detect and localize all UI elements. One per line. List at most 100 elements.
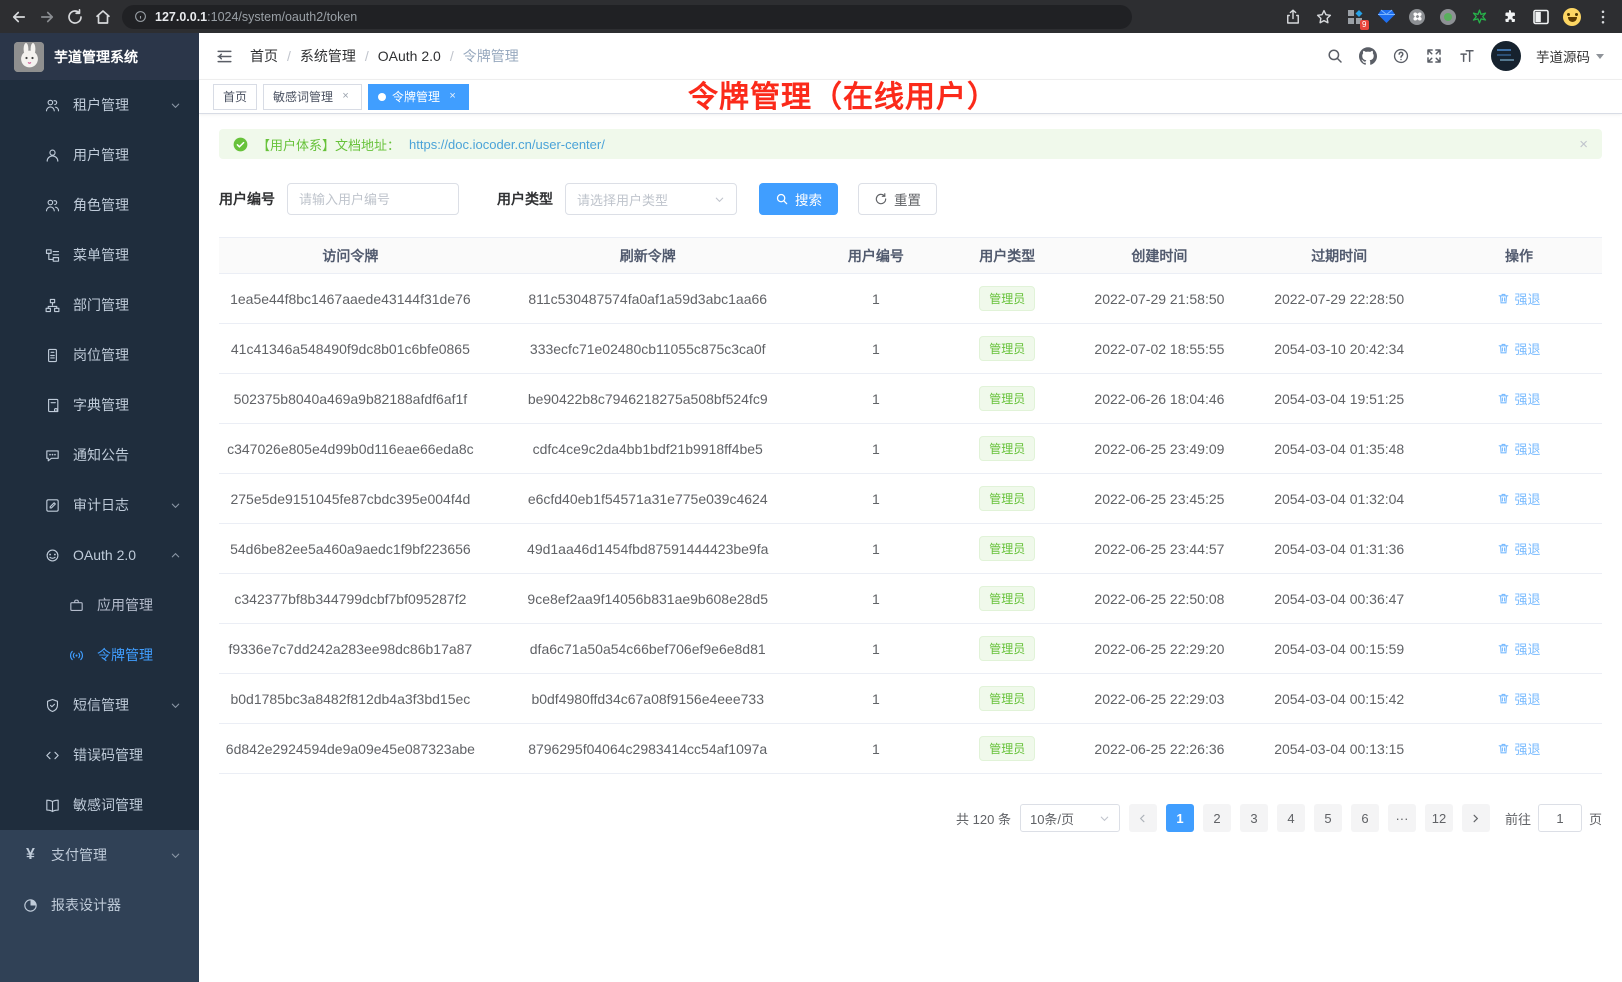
user-type-tag: 管理员: [979, 286, 1035, 311]
extension-record-icon[interactable]: [1439, 8, 1457, 26]
search-icon[interactable]: [1326, 47, 1344, 65]
help-icon[interactable]: [1392, 47, 1410, 65]
sidebar-item-oauth2-app[interactable]: 应用管理: [0, 580, 199, 630]
close-icon[interactable]: ×: [446, 90, 459, 103]
goto-page-input[interactable]: [1538, 804, 1582, 832]
sidebar-item-oauth2[interactable]: OAuth 2.0: [0, 530, 199, 580]
force-logout-button[interactable]: 强退: [1497, 739, 1540, 758]
sidebar-item-error-code[interactable]: 错误码管理: [0, 730, 199, 780]
breadcrumb-system[interactable]: 系统管理: [300, 46, 356, 66]
logo-image: [14, 42, 44, 72]
table-row: 41c41346a548490f9dc8b01c6bfe0865333ecfc7…: [219, 324, 1602, 374]
share-icon[interactable]: [1284, 8, 1302, 26]
delete-icon: [1497, 392, 1510, 405]
force-logout-button[interactable]: 强退: [1497, 289, 1540, 308]
sidebar-item-payment[interactable]: ¥ 支付管理: [0, 830, 199, 880]
user-type-tag: 管理员: [979, 736, 1035, 761]
back-icon[interactable]: [10, 8, 28, 26]
more-pages-icon[interactable]: ···: [1388, 804, 1416, 832]
extension-gem-icon[interactable]: [1377, 8, 1395, 26]
extensions-puzzle-icon[interactable]: [1501, 8, 1519, 26]
page-button-6[interactable]: 6: [1351, 804, 1379, 832]
force-logout-button[interactable]: 强退: [1497, 389, 1540, 408]
extension-green-star-icon[interactable]: [1470, 8, 1488, 26]
sidebar-item-sms[interactable]: 短信管理: [0, 680, 199, 730]
goto-label: 前往: [1505, 809, 1531, 828]
app-header: 首页 / 系统管理 / OAuth 2.0 / 令牌管理 芋道源码: [199, 33, 1622, 80]
page-button-4[interactable]: 4: [1277, 804, 1305, 832]
col-created: 创建时间: [1076, 238, 1242, 274]
fullscreen-icon[interactable]: [1425, 47, 1443, 65]
user-type-select[interactable]: 请选择用户类型: [565, 183, 737, 215]
sidebar-item-tenant[interactable]: 租户管理: [0, 80, 199, 130]
home-icon[interactable]: [94, 8, 112, 26]
page-info-icon[interactable]: [134, 10, 147, 23]
browser-menu-icon[interactable]: [1594, 8, 1612, 26]
force-logout-button[interactable]: 强退: [1497, 339, 1540, 358]
breadcrumb-oauth2[interactable]: OAuth 2.0: [378, 48, 441, 64]
extension-tabs-icon[interactable]: 9: [1346, 8, 1364, 26]
success-check-icon: [233, 137, 248, 152]
sidebar-item-notice[interactable]: 通知公告: [0, 430, 199, 480]
table-row: 6d842e2924594de9a09e45e087323abe8796295f…: [219, 724, 1602, 774]
page-size-select[interactable]: 10条/页: [1020, 804, 1120, 832]
tree-list-icon: [44, 247, 61, 264]
page-button-2[interactable]: 2: [1203, 804, 1231, 832]
page-button-3[interactable]: 3: [1240, 804, 1268, 832]
caret-down-icon: [1596, 54, 1604, 59]
sidebar-item-menu[interactable]: 菜单管理: [0, 230, 199, 280]
total-count: 共 120 条: [956, 809, 1011, 828]
search-button[interactable]: 搜索: [759, 183, 838, 215]
alert-close-icon[interactable]: ×: [1579, 136, 1588, 153]
address-bar[interactable]: 127.0.0.1:1024/system/oauth2/token: [122, 5, 1132, 29]
page-button-1[interactable]: 1: [1166, 804, 1194, 832]
delete-icon: [1497, 442, 1510, 455]
doc-link[interactable]: https://doc.iocoder.cn/user-center/: [409, 137, 605, 152]
app-logo[interactable]: 芋道管理系统: [0, 33, 199, 80]
dictionary-icon: [44, 397, 61, 414]
page-content: 【用户体系】文档地址： https://doc.iocoder.cn/user-…: [199, 114, 1622, 982]
page-button-12[interactable]: 12: [1425, 804, 1453, 832]
broadcast-icon: [68, 647, 85, 664]
sidebar-item-dict[interactable]: 字典管理: [0, 380, 199, 430]
breadcrumb-home[interactable]: 首页: [250, 46, 278, 66]
forward-icon[interactable]: [38, 8, 56, 26]
profile-avatar-icon[interactable]: [1563, 8, 1581, 26]
sidebar-item-dept[interactable]: 部门管理: [0, 280, 199, 330]
sidebar-item-post[interactable]: 岗位管理: [0, 330, 199, 380]
prev-page-button[interactable]: [1129, 804, 1157, 832]
force-logout-button[interactable]: 强退: [1497, 489, 1540, 508]
alert-label: 【用户体系】文档地址：: [257, 135, 400, 154]
sidebar-item-report-designer[interactable]: 报表设计器: [0, 880, 199, 930]
table-row: 1ea5e44f8bc1467aaede43144f31de76811c5304…: [219, 274, 1602, 324]
user-avatar[interactable]: [1491, 41, 1521, 71]
close-icon[interactable]: ×: [339, 90, 352, 103]
force-logout-button[interactable]: 强退: [1497, 689, 1540, 708]
github-icon[interactable]: [1359, 47, 1377, 65]
user-id-input[interactable]: [287, 183, 459, 215]
tab-home[interactable]: 首页: [213, 84, 257, 110]
bookmark-star-icon[interactable]: [1315, 8, 1333, 26]
reset-button[interactable]: 重置: [858, 183, 937, 215]
next-page-button[interactable]: [1462, 804, 1490, 832]
sidebar-item-oauth2-token[interactable]: 令牌管理: [0, 630, 199, 680]
page-button-5[interactable]: 5: [1314, 804, 1342, 832]
sidebar-item-audit-log[interactable]: 审计日志: [0, 480, 199, 530]
extension-command-icon[interactable]: [1408, 8, 1426, 26]
filter-form: 用户编号 用户类型 请选择用户类型 搜索 重置: [219, 183, 1602, 215]
user-menu[interactable]: 芋道源码: [1536, 46, 1604, 66]
force-logout-button[interactable]: 强退: [1497, 639, 1540, 658]
table-row: b0d1785bc3a8482f812db4a3f3bd15ecb0df4980…: [219, 674, 1602, 724]
tab-sensitive-word[interactable]: 敏感词管理 ×: [263, 84, 362, 110]
force-logout-button[interactable]: 强退: [1497, 589, 1540, 608]
sidebar-toggle-icon[interactable]: [215, 47, 234, 66]
sidebar-item-role[interactable]: 角色管理: [0, 180, 199, 230]
sidebar-item-user[interactable]: 用户管理: [0, 130, 199, 180]
sidebar-item-sensitive-word[interactable]: 敏感词管理: [0, 780, 199, 830]
tab-token[interactable]: 令牌管理 ×: [368, 84, 469, 110]
force-logout-button[interactable]: 强退: [1497, 539, 1540, 558]
force-logout-button[interactable]: 强退: [1497, 439, 1540, 458]
reload-icon[interactable]: [66, 8, 84, 26]
split-view-icon[interactable]: [1532, 8, 1550, 26]
font-size-icon[interactable]: [1458, 47, 1476, 65]
